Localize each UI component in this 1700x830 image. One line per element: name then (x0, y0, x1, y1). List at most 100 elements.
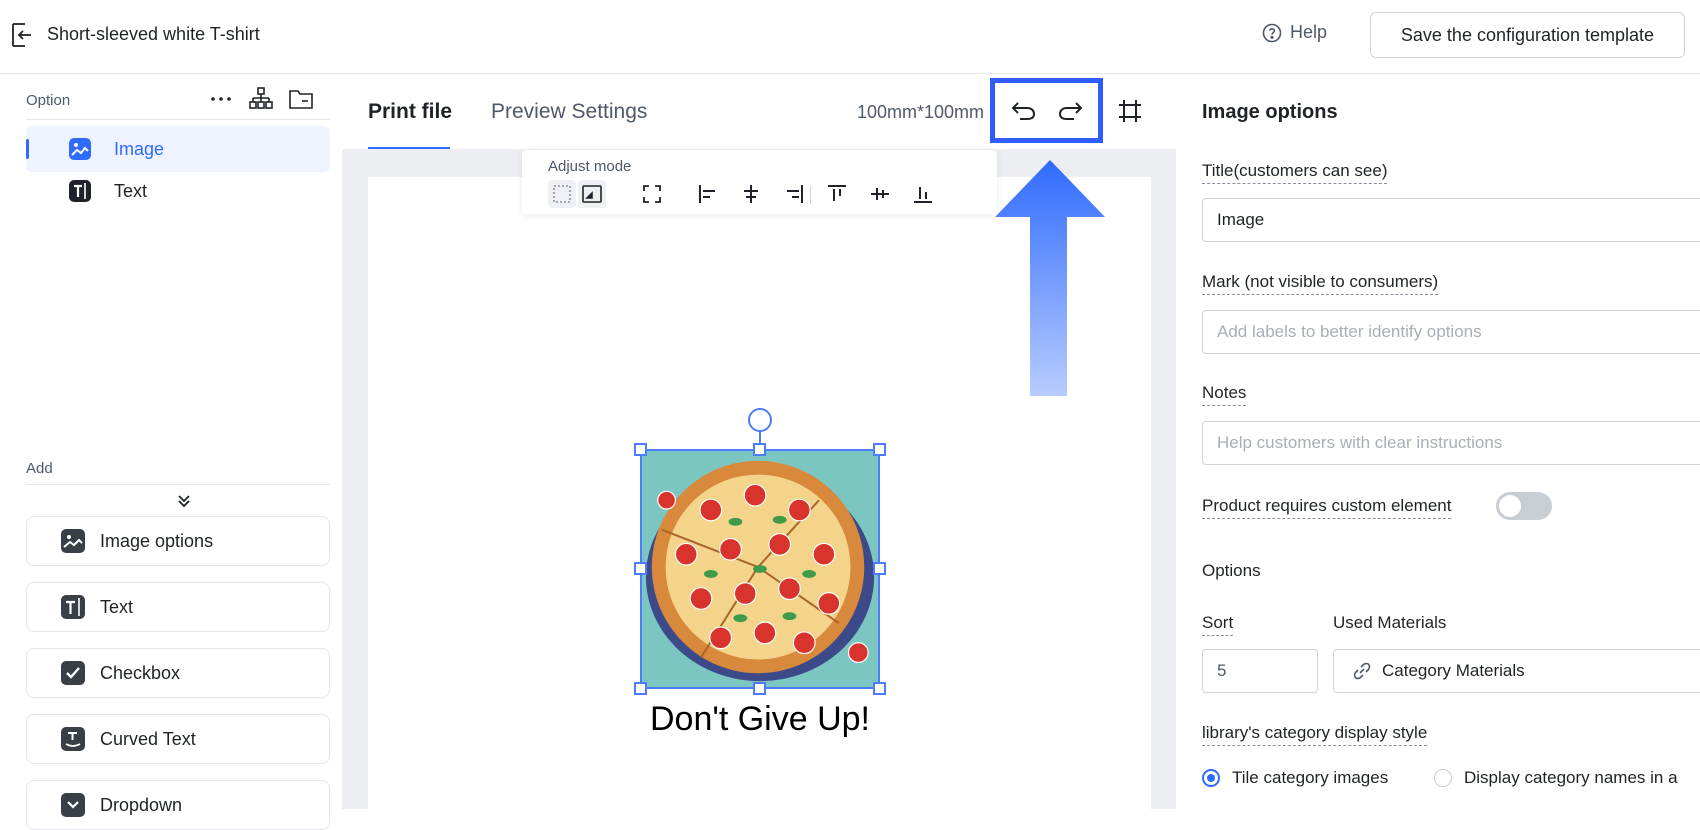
layer-image[interactable]: Image (26, 126, 330, 172)
question-circle-icon (1262, 23, 1282, 42)
resize-handle[interactable] (873, 443, 886, 456)
undo-icon[interactable] (1010, 98, 1038, 122)
more-icon[interactable] (208, 86, 234, 112)
resize-handle[interactable] (634, 562, 647, 575)
add-item-label: Image options (100, 530, 214, 551)
layer-label: Text (114, 180, 148, 201)
fit-button[interactable] (638, 180, 666, 208)
layer-label: Image (114, 138, 165, 159)
layer-text[interactable]: Text (26, 168, 330, 214)
radio-dot (1434, 769, 1452, 787)
folder-icon[interactable] (288, 86, 314, 112)
select-mode-button[interactable] (548, 180, 576, 208)
curved-text-icon (61, 727, 85, 751)
align-top-icon (828, 185, 846, 201)
help-label: Help (1290, 22, 1328, 42)
custom-element-label: Product requires custom element (1202, 496, 1452, 519)
mark-field-label: Mark (not visible to consumers) (1202, 272, 1439, 295)
resize-handle[interactable] (873, 562, 886, 575)
double-chevron-down-icon[interactable] (174, 491, 194, 511)
add-item-label: Dropdown (100, 794, 183, 815)
add-checkbox[interactable]: Checkbox (26, 648, 330, 698)
add-section-label: Add (26, 460, 53, 477)
radio-tile-category-images[interactable]: Tile category images (1202, 768, 1388, 788)
add-curved-text[interactable]: Curved Text (26, 714, 330, 764)
resize-handle[interactable] (634, 443, 647, 456)
radio-dot (1202, 769, 1220, 787)
arrow-up-icon (995, 160, 1105, 396)
image-icon (69, 138, 91, 160)
top-bar: Short-sleeved white T-shirt Help Save th… (0, 0, 1700, 74)
rotate-handle[interactable] (748, 408, 772, 432)
adjust-toolbar: Adjust mode (522, 150, 997, 214)
resize-handle[interactable] (634, 682, 647, 695)
add-item-label: Checkbox (100, 662, 181, 683)
add-image-options[interactable]: Image options (26, 516, 330, 566)
radio-label: Tile category images (1232, 768, 1389, 787)
align-left-icon (699, 185, 715, 203)
align-middle-icon (871, 188, 889, 200)
divider (26, 484, 330, 485)
link-icon (1353, 662, 1371, 680)
image-icon (61, 529, 85, 553)
option-section-label: Option (26, 92, 71, 109)
custom-element-toggle[interactable] (1496, 492, 1552, 520)
undo-redo-highlight (990, 78, 1103, 143)
dropdown-icon (61, 793, 85, 817)
title-field-label: Title(customers can see) (1202, 161, 1388, 184)
options-section-label: Options (1202, 561, 1261, 580)
align-middle-button[interactable] (866, 180, 894, 208)
notes-input[interactable] (1202, 421, 1700, 465)
adjust-mode-label: Adjust mode (548, 158, 632, 175)
hierarchy-icon[interactable] (248, 86, 274, 112)
mark-input[interactable] (1202, 310, 1700, 354)
tab-preview-settings[interactable]: Preview Settings (491, 100, 647, 124)
exit-icon[interactable] (10, 22, 34, 48)
help-link[interactable]: Help (1262, 22, 1327, 43)
radio-label: Display category names in a (1464, 768, 1678, 787)
text-icon (69, 180, 91, 202)
align-center-h-button[interactable] (737, 180, 765, 208)
properties-panel: Image options Title(customers can see) M… (1176, 74, 1700, 809)
product-title: Short-sleeved white T-shirt (47, 24, 260, 44)
align-top-button[interactable] (823, 180, 851, 208)
crop-icon[interactable] (1117, 98, 1143, 124)
align-right-button[interactable] (780, 180, 808, 208)
add-dropdown[interactable]: Dropdown (26, 780, 330, 830)
checkbox-icon (61, 661, 85, 685)
tab-print-file[interactable]: Print file (368, 100, 452, 124)
resize-handle[interactable] (753, 682, 766, 695)
sort-field-label: Sort (1202, 613, 1234, 636)
save-template-button[interactable]: Save the configuration template (1370, 12, 1685, 58)
divider (810, 186, 811, 204)
text-icon (61, 595, 85, 619)
align-bottom-icon (914, 187, 932, 203)
align-left-button[interactable] (694, 180, 722, 208)
used-materials-label: Used Materials (1333, 613, 1447, 632)
align-right-icon (787, 185, 803, 203)
align-bottom-button[interactable] (909, 180, 937, 208)
expand-icon (643, 185, 661, 203)
option-tools (208, 86, 314, 112)
panel-title: Image options (1202, 101, 1338, 123)
notes-field-label: Notes (1202, 383, 1247, 406)
resize-handle[interactable] (873, 682, 886, 695)
add-text[interactable]: Text (26, 582, 330, 632)
category-materials-button[interactable]: Category Materials (1333, 649, 1700, 693)
canvas-caption-text[interactable]: Don't Give Up! (560, 700, 960, 739)
add-item-label: Text (100, 596, 134, 617)
pizza-image[interactable] (640, 449, 880, 689)
redo-icon[interactable] (1056, 98, 1084, 122)
display-style-label: library's category display style (1202, 723, 1428, 746)
sort-input[interactable] (1202, 649, 1318, 693)
radio-display-category-names[interactable]: Display category names in a (1434, 768, 1678, 788)
divider (26, 119, 330, 120)
resize-mode-button[interactable] (578, 180, 606, 208)
add-item-label: Curved Text (100, 728, 196, 749)
frame-icon (582, 185, 602, 203)
title-input[interactable] (1202, 198, 1700, 242)
resize-handle[interactable] (753, 443, 766, 456)
align-center-icon (744, 185, 758, 203)
left-sidebar: Option Image Text Add Image options Text… (0, 74, 340, 830)
materials-button-label: Category Materials (1382, 661, 1525, 680)
